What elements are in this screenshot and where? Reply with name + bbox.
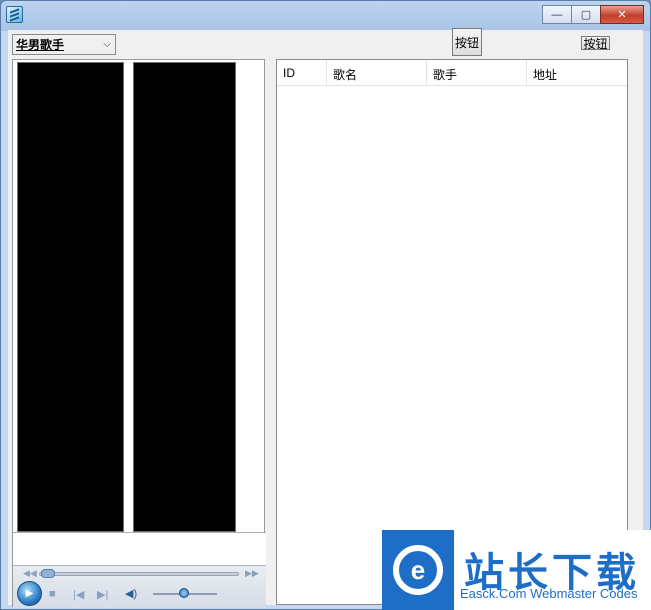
seek-thumb[interactable] — [41, 569, 55, 578]
volume-icon[interactable]: ◀) — [125, 587, 137, 600]
watermark-logo: e — [382, 530, 454, 610]
rewind-icon[interactable]: ◀◀ — [23, 568, 37, 579]
button-2[interactable]: 按钮 — [581, 36, 610, 51]
app-icon — [6, 6, 23, 23]
watermark-subtitle: Easck.Com Webmaster Codes — [460, 586, 638, 601]
close-button[interactable]: ✕ — [600, 5, 644, 24]
next-icon[interactable]: ▶| — [97, 588, 108, 601]
watermark-logo-icon: e — [393, 545, 443, 595]
column-header-id[interactable]: ID — [277, 60, 327, 86]
window-controls: — ▢ ✕ — [542, 5, 644, 24]
watermark: e 站长下载 Easck.Com Webmaster Codes — [382, 530, 651, 610]
category-select-value: 华男歌手 — [16, 38, 65, 52]
volume-thumb[interactable] — [179, 588, 189, 598]
button-1[interactable]: 按钮 — [452, 28, 482, 56]
category-select[interactable]: 华男歌手 ⌵ — [12, 34, 116, 55]
song-list[interactable]: ID 歌名 歌手 地址 — [276, 59, 628, 605]
play-button[interactable]: ▶ — [17, 581, 42, 606]
seek-bar[interactable] — [39, 572, 239, 576]
video-panel-left — [17, 62, 124, 532]
minimize-button[interactable]: — — [542, 5, 572, 24]
column-header-address[interactable]: 地址 — [527, 60, 627, 86]
previous-icon[interactable]: |◀ — [73, 588, 84, 601]
status-strip — [13, 532, 266, 566]
fast-forward-icon[interactable]: ▶▶ — [245, 568, 259, 579]
column-header-song[interactable]: 歌名 — [327, 60, 427, 86]
list-header: ID 歌名 歌手 地址 — [277, 60, 627, 86]
maximize-button[interactable]: ▢ — [571, 5, 601, 24]
watermark-logo-letter: e — [410, 554, 426, 585]
stop-icon[interactable]: ■ — [49, 588, 56, 600]
client-area: 华男歌手 ⌵ 按钮 按钮 ◀◀ ▶▶ ▶ ■ |◀ ▶| ◀) ID 歌名 歌手… — [8, 28, 643, 608]
play-icon: ▶ — [25, 588, 34, 599]
video-panel-right — [133, 62, 236, 532]
main-window: — ▢ ✕ 华男歌手 ⌵ 按钮 按钮 ◀◀ ▶▶ ▶ ■ |◀ ▶| ◀) ID… — [0, 0, 651, 610]
chevron-down-icon: ⌵ — [103, 39, 111, 50]
title-bar[interactable]: — ▢ ✕ — [1, 1, 650, 29]
player-controls: ◀◀ ▶▶ ▶ ■ |◀ ▶| ◀) — [13, 565, 266, 608]
media-player[interactable]: ◀◀ ▶▶ ▶ ■ |◀ ▶| ◀) — [12, 59, 266, 608]
column-header-singer[interactable]: 歌手 — [427, 60, 527, 86]
